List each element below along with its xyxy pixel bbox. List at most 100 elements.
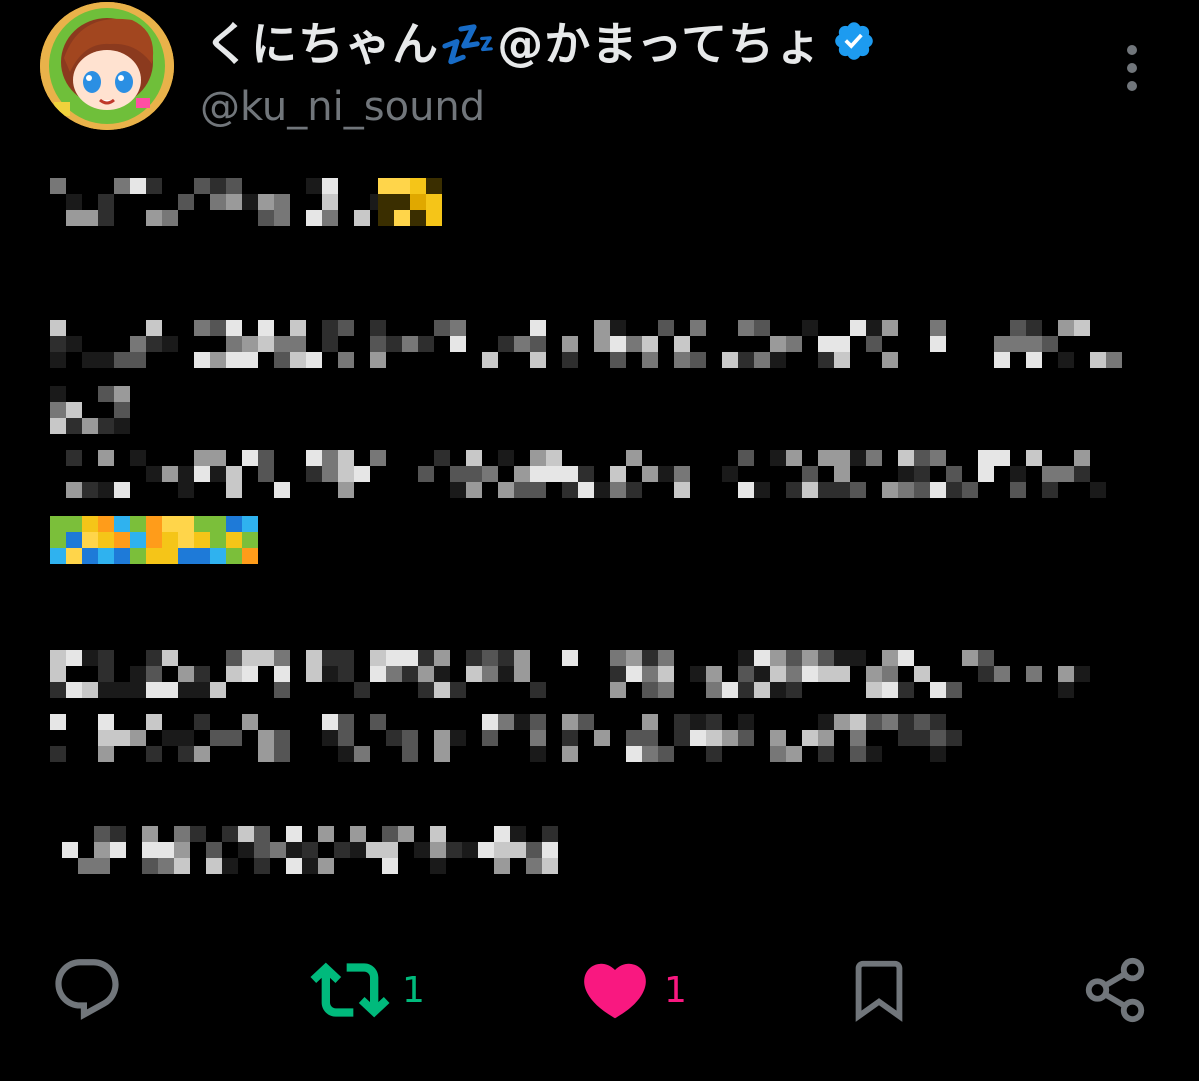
censor-pixel	[562, 730, 578, 746]
censor-pixel	[226, 482, 242, 498]
censor-pixel	[338, 466, 354, 482]
censor-pixel	[770, 650, 786, 666]
censor-pixel	[994, 666, 1010, 682]
censor-pixel	[210, 548, 226, 564]
like-button[interactable]: 1	[578, 940, 687, 1040]
censor-pixel	[754, 666, 770, 682]
censor-pixel	[226, 650, 242, 666]
censor-pixel	[162, 210, 178, 226]
censor-pixel	[258, 466, 274, 482]
censor-pixel	[50, 532, 66, 548]
censor-pixel	[50, 650, 66, 666]
censor-pixel	[738, 450, 754, 466]
reply-button[interactable]	[50, 940, 124, 1040]
censor-pixel	[482, 730, 498, 746]
censor-pixel	[626, 730, 642, 746]
censor-pixel	[642, 352, 658, 368]
censor-pixel	[178, 666, 194, 682]
censor-pixel	[322, 210, 338, 226]
censor-pixel	[322, 320, 338, 336]
censor-pixel	[898, 466, 914, 482]
censor-pixel	[306, 466, 322, 482]
censor-pixel	[66, 682, 82, 698]
censor-pixel	[898, 450, 914, 466]
censor-pixel	[338, 450, 354, 466]
more-options-icon[interactable]	[1114, 40, 1150, 96]
display-name-row[interactable]: くにちゃん💤@かまってちょ	[204, 6, 876, 76]
censor-pixel	[866, 714, 882, 730]
censor-pixel	[722, 352, 738, 368]
censor-pixel	[322, 714, 338, 730]
censor-pixel	[450, 730, 466, 746]
censor-pixel	[146, 650, 162, 666]
bookmark-button[interactable]	[844, 940, 914, 1040]
censor-pixel	[594, 482, 610, 498]
censor-pixel	[50, 402, 66, 418]
censor-pixel	[50, 746, 66, 762]
censor-pixel	[410, 194, 426, 210]
censor-pixel	[818, 730, 834, 746]
censor-pixel	[338, 666, 354, 682]
censor-pixel	[626, 746, 642, 762]
censor-pixel	[322, 450, 338, 466]
censor-pixel	[50, 418, 66, 434]
censor-pixel	[498, 482, 514, 498]
censor-pixel	[98, 666, 114, 682]
censor-pixel	[194, 746, 210, 762]
censor-pixel	[274, 682, 290, 698]
censor-pixel	[642, 746, 658, 762]
censor-pixel	[146, 682, 162, 698]
censor-pixel	[174, 842, 190, 858]
censor-pixel	[162, 682, 178, 698]
censor-pixel	[290, 352, 306, 368]
censor-pixel	[946, 482, 962, 498]
censor-pixel	[430, 842, 446, 858]
censor-pixel	[994, 352, 1010, 368]
censor-pixel	[530, 746, 546, 762]
censor-pixel	[322, 178, 338, 194]
censor-pixel	[546, 450, 562, 466]
display-name[interactable]: くにちゃん💤@かまってちょ	[204, 8, 822, 74]
censor-pixel	[114, 730, 130, 746]
censor-pixel	[386, 650, 402, 666]
censor-pixel	[146, 320, 162, 336]
censor-pixel	[178, 482, 194, 498]
censor-pixel	[194, 466, 210, 482]
avatar[interactable]	[40, 2, 174, 130]
censor-pixel	[338, 730, 354, 746]
retweet-button[interactable]: 1	[310, 940, 425, 1040]
censor-pixel	[1058, 466, 1074, 482]
censor-pixel	[302, 842, 318, 858]
censor-pixel	[258, 650, 274, 666]
censor-pixel	[738, 666, 754, 682]
censor-pixel	[642, 466, 658, 482]
censor-pixel	[98, 386, 114, 402]
censor-pixel	[722, 730, 738, 746]
censor-pixel	[178, 746, 194, 762]
censor-pixel	[786, 746, 802, 762]
censor-pixel	[226, 466, 242, 482]
censor-pixel	[238, 826, 254, 842]
censor-pixel	[94, 826, 110, 842]
censor-pixel	[562, 482, 578, 498]
censor-pixel	[226, 178, 242, 194]
censor-pixel	[818, 746, 834, 762]
censor-pixel	[514, 336, 530, 352]
censor-pixel	[82, 682, 98, 698]
censor-pixel	[254, 858, 270, 874]
user-handle[interactable]: @ku_ni_sound	[200, 84, 485, 130]
censor-pixel	[562, 336, 578, 352]
censor-pixel	[642, 336, 658, 352]
censor-pixel	[426, 194, 442, 210]
censor-pixel	[882, 714, 898, 730]
censor-pixel	[210, 352, 226, 368]
censor-pixel	[930, 746, 946, 762]
censor-pixel	[610, 466, 626, 482]
censor-pixel	[430, 858, 446, 874]
censor-pixel	[530, 466, 546, 482]
censor-pixel	[898, 482, 914, 498]
censor-pixel	[174, 826, 190, 842]
share-button[interactable]	[1080, 940, 1150, 1040]
censor-pixel	[914, 466, 930, 482]
censor-pixel	[98, 532, 114, 548]
